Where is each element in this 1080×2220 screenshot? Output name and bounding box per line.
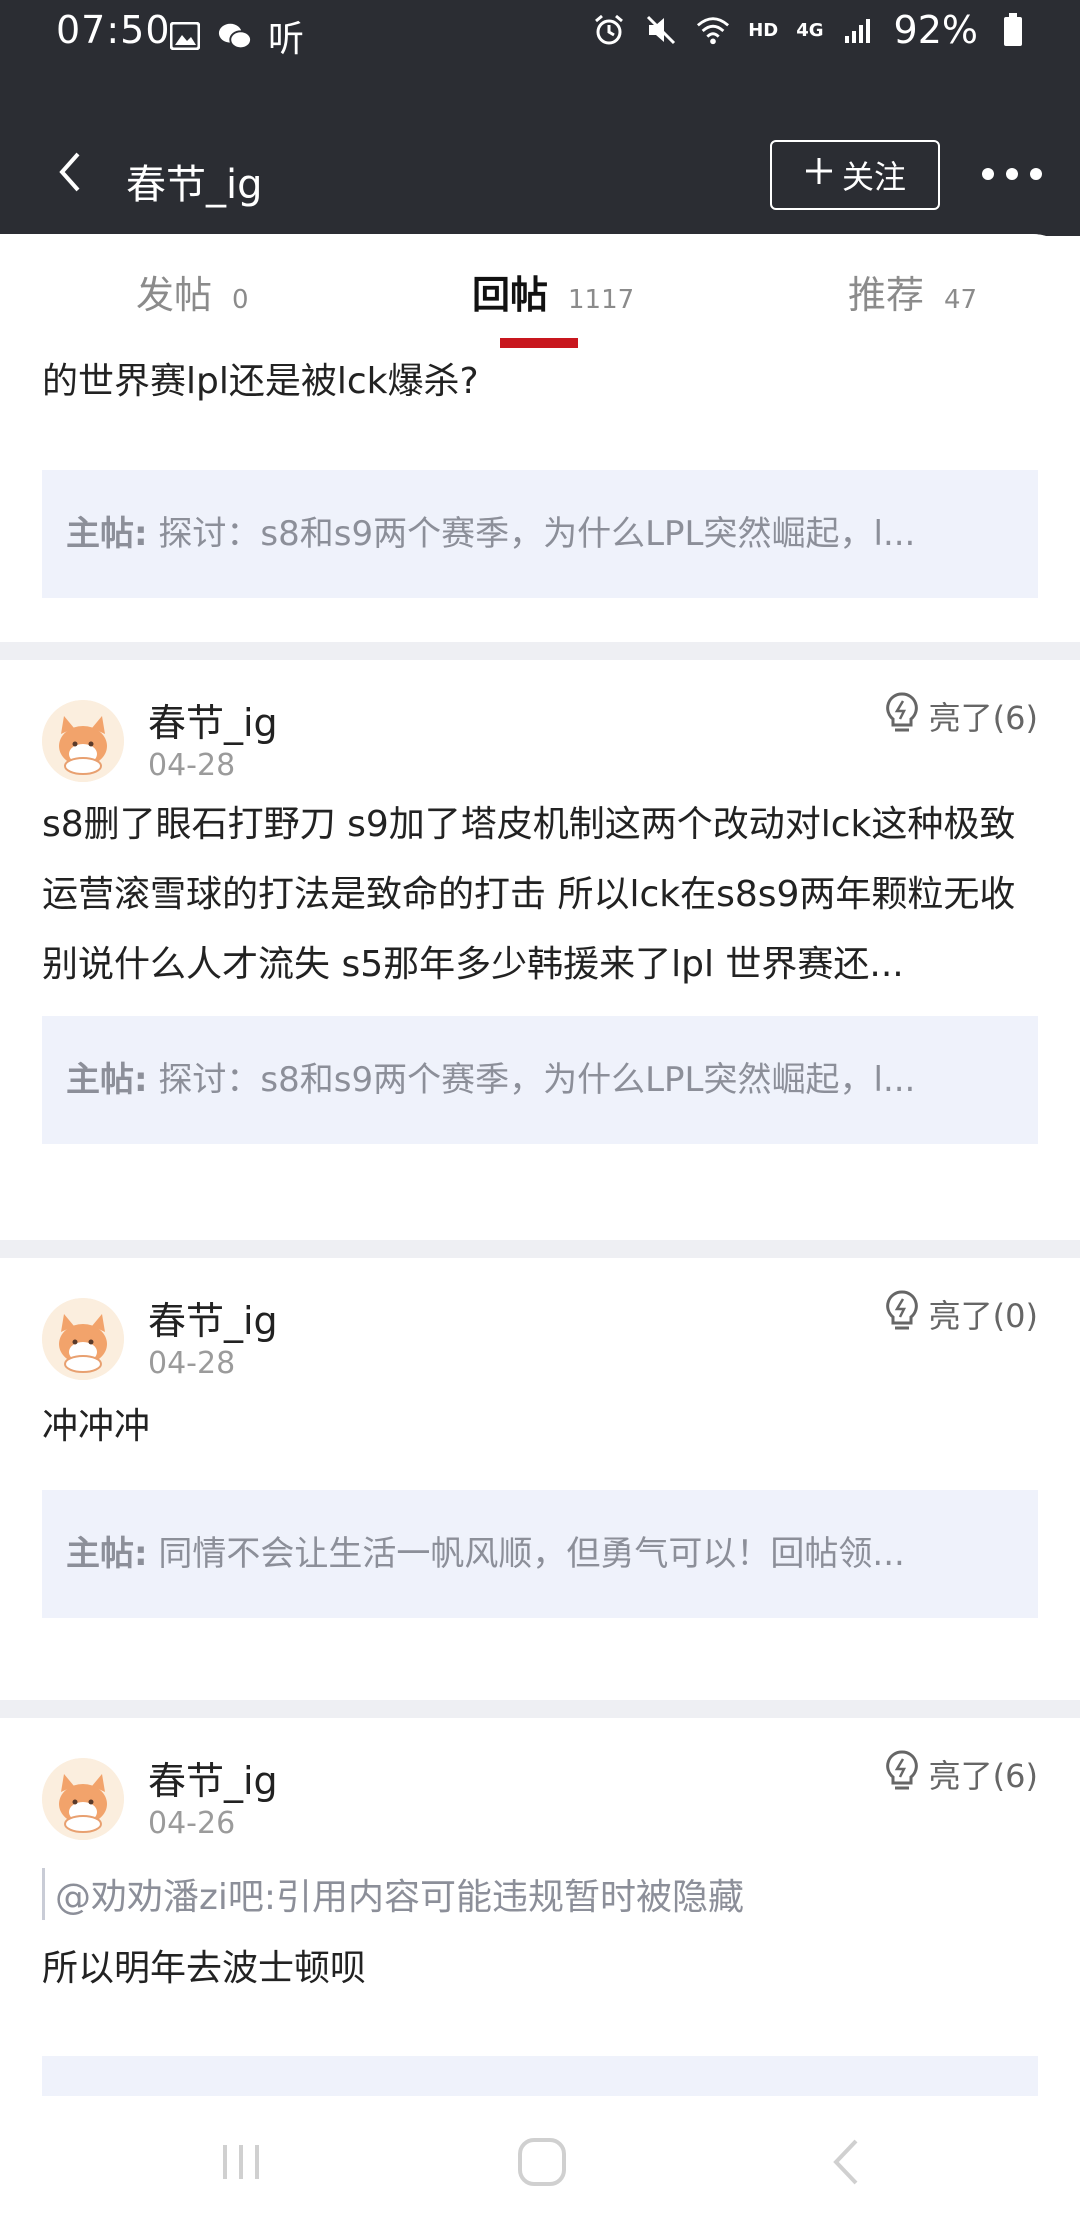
tab-count: 47 xyxy=(944,285,978,315)
battery-percent: 92% xyxy=(893,8,978,52)
back-nav-icon[interactable] xyxy=(816,2134,876,2190)
tab-count: 0 xyxy=(232,285,249,315)
alarm-icon xyxy=(592,13,626,47)
signal-icon xyxy=(842,13,876,47)
page-title: 春节_ig xyxy=(126,162,263,208)
follow-label: 关注 xyxy=(841,158,906,196)
divider xyxy=(0,1700,1080,1718)
tab-label: 发帖 xyxy=(136,273,213,317)
post-date: 04-28 xyxy=(148,748,236,783)
post-date: 04-26 xyxy=(148,1806,236,1841)
quote-text: 同情不会让生活一帆风顺，但勇气可以！回帖领... xyxy=(147,1534,905,1574)
home-icon[interactable] xyxy=(512,2134,572,2190)
post-body[interactable]: s8删了眼石打野刀 s9加了塔皮机制这两个改动对lck这种极致运营滚雪球的打法是… xyxy=(42,790,1038,1000)
post-body[interactable]: 所以明年去波士顿呗 xyxy=(42,1934,1038,2004)
quoted-reference[interactable]: @劝劝潘zi吧:引用内容可能违规暂时被隐藏 xyxy=(42,1868,744,1920)
main-post-quote[interactable]: 主帖: 探讨：s8和s9两个赛季，为什么LPL突然崛起，l... xyxy=(42,1016,1038,1144)
recent-apps-icon[interactable] xyxy=(212,2134,272,2190)
quote-label: 主帖: xyxy=(66,514,148,554)
main-post-quote[interactable] xyxy=(42,2056,1038,2096)
avatar[interactable] xyxy=(42,700,124,782)
light-button[interactable]: 亮了(6) xyxy=(885,692,1038,740)
tab-bar: 发帖 0 回帖 1117 推荐 47 xyxy=(0,234,1080,354)
light-count: 亮了(6) xyxy=(928,699,1038,737)
light-count: 亮了(0) xyxy=(928,1297,1038,1335)
divider xyxy=(0,642,1080,660)
wifi-icon xyxy=(696,13,730,47)
main-post-quote[interactable]: 主帖: 同情不会让生活一帆风顺，但勇气可以！回帖领... xyxy=(42,1490,1038,1618)
wechat-icon xyxy=(218,19,252,53)
plus-icon xyxy=(804,156,834,194)
quote-text: 探讨：s8和s9两个赛季，为什么LPL突然崛起，l... xyxy=(147,1060,916,1100)
main-post-quote[interactable]: 主帖: 探讨：s8和s9两个赛季，为什么LPL突然崛起，l... xyxy=(42,470,1038,598)
divider xyxy=(0,1240,1080,1258)
active-tab-indicator xyxy=(500,338,578,348)
mute-icon xyxy=(644,13,678,47)
tab-recommended[interactable]: 推荐 47 xyxy=(848,264,977,319)
hd-indicator: HD xyxy=(748,19,779,41)
listen-icon: 听 xyxy=(268,19,305,60)
post-date: 04-28 xyxy=(148,1346,236,1381)
tab-label: 推荐 xyxy=(848,273,925,317)
avatar[interactable] xyxy=(42,1298,124,1380)
tab-posts[interactable]: 发帖 0 xyxy=(136,264,249,319)
avatar[interactable] xyxy=(42,1758,124,1840)
system-nav-bar xyxy=(0,2104,1080,2220)
app-bar: 春节_ig 关注 xyxy=(0,64,1080,236)
author-name[interactable]: 春节_ig xyxy=(148,1750,278,1805)
lightbulb-icon xyxy=(885,692,919,740)
tab-label: 回帖 xyxy=(472,273,549,317)
quote-label: 主帖: xyxy=(66,1060,148,1100)
post-body[interactable]: 冲冲冲 xyxy=(42,1392,1038,1462)
light-button[interactable]: 亮了(0) xyxy=(885,1290,1038,1338)
status-notifications: 听 xyxy=(168,10,304,62)
lightbulb-icon xyxy=(885,1290,919,1338)
tab-replies[interactable]: 回帖 1117 xyxy=(472,264,634,319)
network-type: 4G xyxy=(796,19,824,41)
status-bar: 07:50 听 HD 4G 92% xyxy=(0,0,1080,64)
content-sheet: 发帖 0 回帖 1117 推荐 47 的世界赛lpl还是被lck爆杀? 主帖: … xyxy=(0,234,1080,2220)
post-body[interactable]: 的世界赛lpl还是被lck爆杀? xyxy=(42,354,1032,410)
quote-label: 主帖: xyxy=(66,1534,148,1574)
author-name[interactable]: 春节_ig xyxy=(148,1290,278,1345)
tab-count: 1117 xyxy=(568,285,635,315)
gallery-icon xyxy=(168,19,202,53)
quote-text: 探讨：s8和s9两个赛季，为什么LPL突然崛起，l... xyxy=(147,514,916,554)
follow-button[interactable]: 关注 xyxy=(770,140,940,210)
battery-icon xyxy=(996,13,1030,47)
status-time: 07:50 xyxy=(56,8,171,52)
author-name[interactable]: 春节_ig xyxy=(148,692,278,747)
lightbulb-icon xyxy=(885,1750,919,1798)
more-options-icon[interactable] xyxy=(982,168,1042,180)
light-count: 亮了(6) xyxy=(928,1757,1038,1795)
status-system-icons: HD 4G 92% xyxy=(592,8,1030,52)
back-arrow-icon[interactable] xyxy=(52,150,92,194)
light-button[interactable]: 亮了(6) xyxy=(885,1750,1038,1798)
